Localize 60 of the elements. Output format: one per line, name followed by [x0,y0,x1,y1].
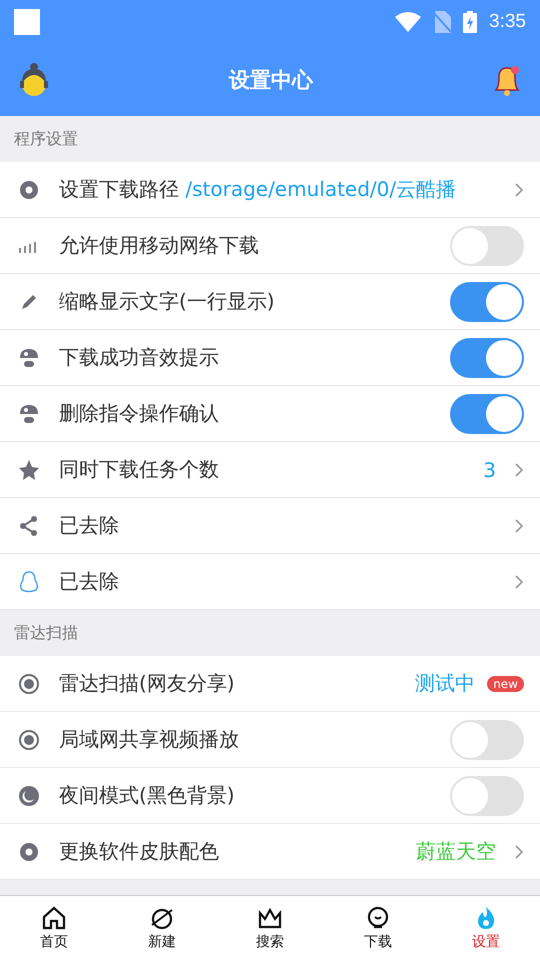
no-sim-icon [433,11,452,33]
radar-icon [18,672,40,694]
chevron-icon [514,844,524,860]
row-label: 局域网共享视频播放 [59,726,239,753]
row-label: 已去除 [59,512,119,539]
toggle-switch[interactable] [450,226,524,266]
toggle-switch[interactable] [450,776,524,816]
path-value: /storage/emulated/0/云酷播 [184,177,456,201]
row-label: 下载成功音效提示 [59,344,219,371]
section-header: 程序设置 [13,128,79,150]
settings-row[interactable]: 同时下载任务个数 3 [0,442,540,498]
tab[interactable]: 新建 [108,896,216,960]
status-time: 3:35 [489,11,526,33]
tab[interactable]: 设置 [432,896,540,960]
bulb-icon [365,905,391,931]
row-label: 已去除 [59,568,119,595]
mushroom-icon [18,346,40,368]
crown-icon [257,905,283,931]
star-icon [18,458,40,480]
wifi-icon [395,12,422,32]
radar-icon [18,728,40,750]
moon-icon [18,784,40,806]
chevron-icon [514,518,524,534]
settings-row[interactable]: 更换软件皮肤配色 蔚蓝天空 [0,824,540,880]
section-header: 雷达扫描 [13,622,79,644]
toggle-switch[interactable] [450,338,524,378]
chevron-icon [514,574,524,590]
mushroom-icon [18,402,40,424]
settings-row[interactable]: 雷达扫描(网友分享) 测试中 new [0,656,540,712]
row-label: 缩略显示文字(一行显示) [59,288,275,315]
row-label: 允许使用移动网络下载 [59,232,259,259]
row-value: 蔚蓝天空 [416,838,496,865]
new-badge: new [487,676,524,692]
bell-icon[interactable] [492,63,522,97]
share-icon [18,514,40,536]
row-label: 删除指令操作确认 [59,400,219,427]
battery-charging-icon [463,11,478,33]
row-value: 3 [483,458,496,482]
avatar-icon[interactable] [18,63,50,97]
toggle-switch[interactable] [450,720,524,760]
row-label: 同时下载任务个数 [59,456,219,483]
tab[interactable]: 搜索 [216,896,324,960]
settings-row[interactable]: 已去除 [0,498,540,554]
row-label: 雷达扫描(网友分享) [59,670,235,697]
settings-row[interactable]: 设置下载路径 /storage/emulated/0/云酷播 [0,162,540,218]
penguin-icon [18,570,40,592]
notification-icon [14,9,40,35]
chevron-icon [514,182,524,198]
row-label: 更换软件皮肤配色 [59,838,219,865]
row-value: 测试中 [415,670,476,697]
header-title: 设置中心 [229,67,313,94]
toggle-switch[interactable] [450,394,524,434]
home-icon [41,905,67,931]
chevron-icon [514,462,524,478]
settings-row[interactable]: 已去除 [0,554,540,610]
tab[interactable]: 下载 [324,896,432,960]
toggle-switch[interactable] [450,282,524,322]
row-label: 设置下载路径 /storage/emulated/0/云酷播 [59,176,456,203]
tab[interactable]: 首页 [0,896,108,960]
row-label: 夜间模式(黑色背景) [59,782,235,809]
